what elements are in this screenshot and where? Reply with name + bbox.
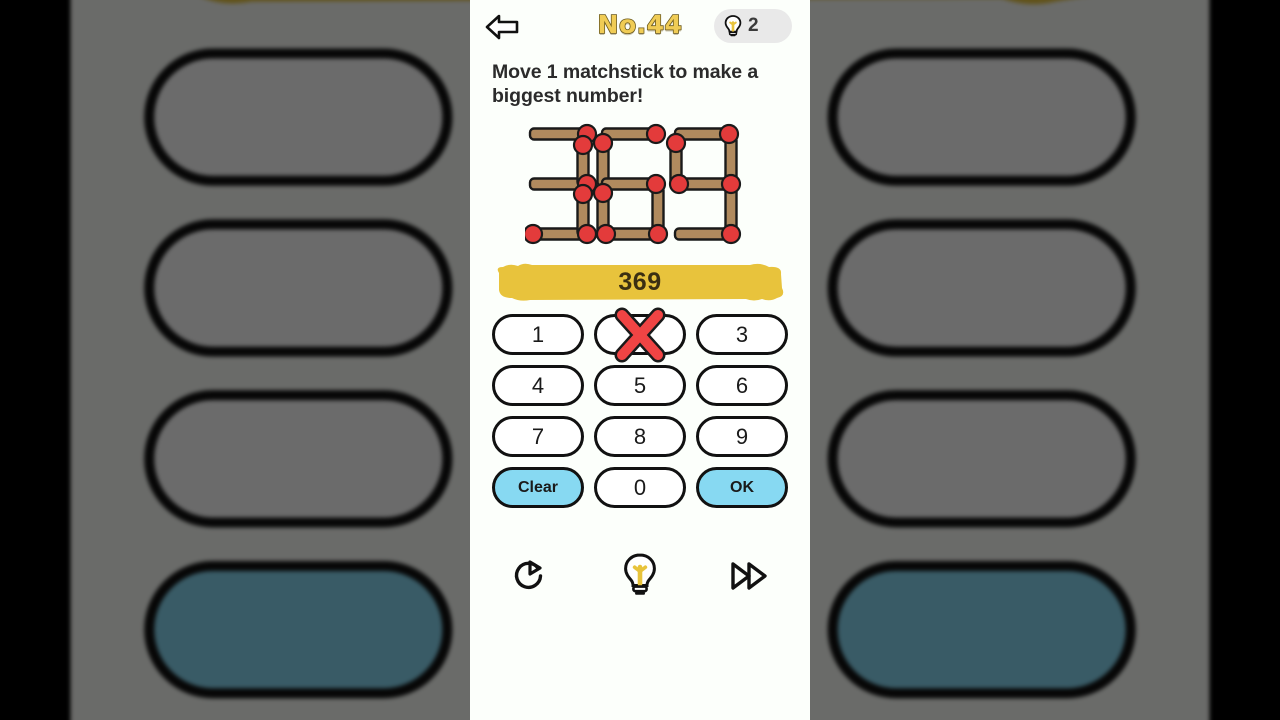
matchstick-digits: [525, 124, 742, 245]
screen: No.44 2 Move 1 matchstick to make a bigg…: [0, 0, 1280, 720]
key-6[interactable]: 6: [696, 365, 788, 407]
matchstick-puzzle: [470, 122, 810, 257]
game-panel: No.44 2 Move 1 matchstick to make a bigg…: [470, 0, 810, 720]
action-bar: [470, 550, 810, 602]
clear-button[interactable]: Clear: [492, 467, 584, 509]
ok-button[interactable]: OK: [696, 467, 788, 509]
key-8[interactable]: 8: [594, 416, 686, 458]
hint-badge[interactable]: 2: [714, 9, 792, 43]
matchstick-digit-9[interactable]: [665, 124, 742, 245]
answer-banner: 369: [494, 262, 786, 302]
key-4[interactable]: 4: [492, 365, 584, 407]
matchstick-digit-3[interactable]: [525, 124, 598, 245]
skip-icon: [731, 562, 767, 591]
letterbox-right: [1246, 0, 1280, 720]
key-9[interactable]: 9: [696, 416, 788, 458]
hint-count: 2: [748, 15, 759, 36]
number-keypad: 1 2 3 4 5 6 7 8 9 Clear 0 OK: [492, 307, 788, 509]
key-3[interactable]: 3: [696, 314, 788, 356]
letterbox-left: [0, 0, 34, 720]
skip-button[interactable]: [724, 550, 776, 602]
key-7[interactable]: 7: [492, 416, 584, 458]
hint-bulb-icon: [624, 553, 656, 596]
key-2[interactable]: 2: [594, 307, 686, 363]
header-bar: No.44 2: [470, 0, 810, 52]
key-0[interactable]: 0: [594, 467, 686, 509]
key-2-label: 2: [633, 321, 647, 347]
restart-button[interactable]: [504, 550, 556, 602]
answer-value: 369: [618, 267, 662, 296]
puzzle-prompt: Move 1 matchstick to make a biggest numb…: [492, 61, 759, 108]
hint-button[interactable]: [614, 550, 666, 602]
key-1[interactable]: 1: [492, 314, 584, 356]
key-5[interactable]: 5: [594, 365, 686, 407]
matchstick-digit-6[interactable]: [592, 124, 669, 245]
lightbulb-icon: [724, 15, 742, 37]
restart-icon: [514, 560, 543, 590]
